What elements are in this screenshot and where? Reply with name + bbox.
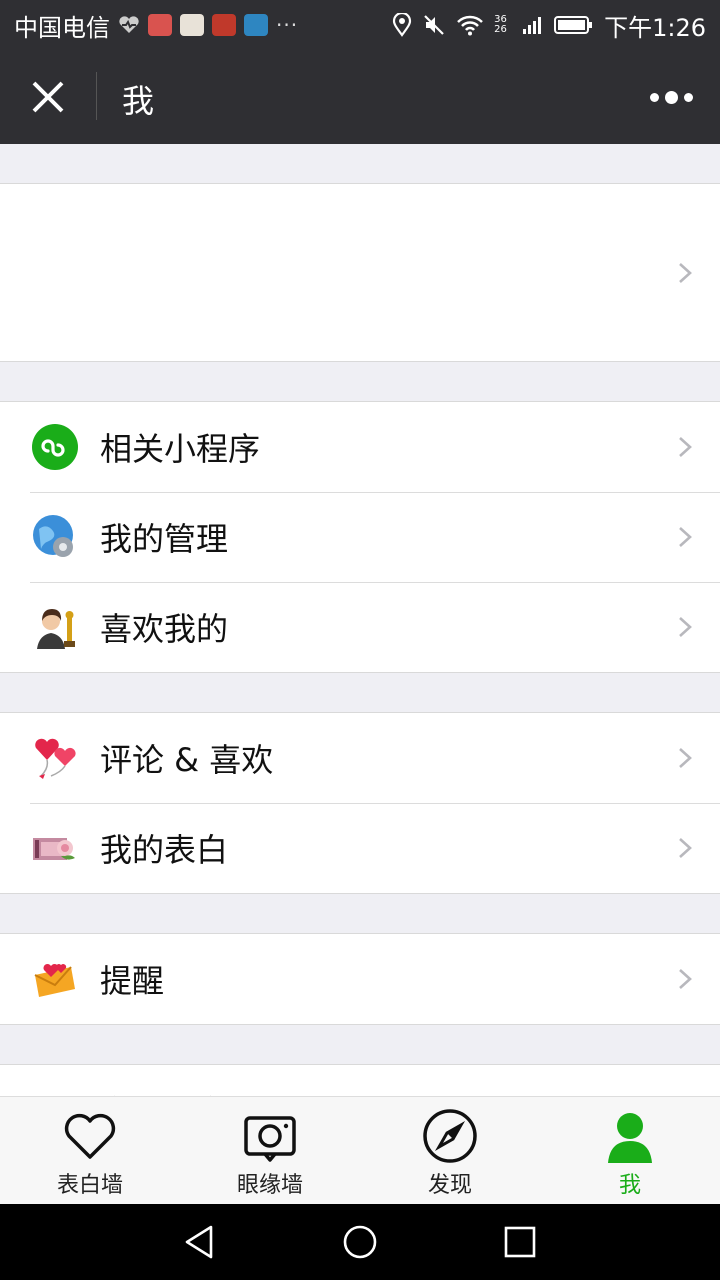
app-notification-icon [148,14,172,36]
section-gap [0,894,720,934]
compass-icon [423,1109,477,1163]
camera-icon [244,1116,296,1162]
clock-label: 下午1:26 [604,13,706,42]
menu-item-label: 评论 & 喜欢 [100,741,274,779]
close-icon[interactable] [30,79,66,115]
tab-discover[interactable]: 发现 [360,1097,540,1204]
heart-rate-icon [119,16,139,33]
location-icon [392,13,412,37]
menu-group: 评论 & 喜欢 我的表白 [0,713,720,894]
tab-label: 眼缘墙 [236,1173,303,1198]
chevron-right-icon [679,617,692,637]
menu-item-label: 发表表白 [100,1087,228,1096]
partial-icon [31,1086,79,1096]
section-gap [0,144,720,184]
more-options-button[interactable] [650,87,694,107]
menu-group: 提醒 [0,934,720,1025]
chevron-right-icon [679,969,692,989]
wifi-icon [457,15,483,36]
menu-item-post-confession[interactable]: 发表表白 [0,1065,720,1096]
menu-item-related-mini-programs[interactable]: 相关小程序 [0,402,720,492]
chevron-right-icon [679,748,692,768]
menu-item-label: 相关小程序 [100,430,261,468]
menu-item-label: 提醒 [100,962,165,1000]
page-title: 我 [122,82,155,120]
app-notification-icon [212,14,236,36]
section-gap [0,673,720,713]
person-icon [608,1113,652,1163]
menu-group: 发表表白 [0,1065,720,1096]
person-trophy-icon [37,609,75,649]
tab-me[interactable]: 我 [540,1097,720,1204]
signal-icon [523,17,542,34]
status-bar: 中国电信 ··· 36 26 下午1:26 [0,0,720,50]
carrier-label: 中国电信 [14,13,110,42]
more-notifications-indicator: ··· [276,13,299,37]
mini-program-icon [32,424,78,470]
tab-label: 我 [618,1173,641,1198]
battery-icon [554,16,593,34]
mute-icon [424,15,444,35]
menu-item-my-confessions[interactable]: 我的表白 [0,803,720,893]
menu-item-label: 我的管理 [100,520,229,558]
more-dot-icon [684,92,693,102]
title-divider [96,72,97,120]
content-area: 相关小程序 我的管理 喜欢我的 评论 & 喜欢 我的表白 提醒 [0,144,720,1096]
tab-photo-wall[interactable]: 眼缘墙 [180,1097,360,1204]
app-notification-icon [180,14,204,36]
menu-item-label: 喜欢我的 [100,610,229,648]
tab-confession-wall[interactable]: 表白墙 [0,1097,180,1204]
tab-label: 发现 [427,1173,472,1198]
menu-item-comments-likes[interactable]: 评论 & 喜欢 [0,713,720,803]
back-icon[interactable] [181,1223,219,1261]
menu-item-my-management[interactable]: 我的管理 [0,492,720,582]
network-type-label: 36 26 [494,14,507,35]
globe-gear-icon [33,515,73,557]
app-notification-icon [244,14,268,36]
profile-card[interactable] [0,184,720,362]
system-navigation-bar [0,1204,720,1280]
home-icon[interactable] [341,1223,379,1261]
title-bar: 我 [0,50,720,144]
more-dot-icon [665,90,678,104]
tab-bar: 表白墙 眼缘墙 发现 我 [0,1096,720,1204]
menu-item-reminders[interactable]: 提醒 [0,934,720,1024]
chevron-right-icon [679,262,692,283]
heart-icon [64,1113,116,1159]
menu-item-label: 我的表白 [100,831,229,869]
chevron-right-icon [679,437,692,457]
heart-balloons-icon [35,738,76,779]
recents-icon[interactable] [501,1223,539,1261]
section-gap [0,1025,720,1065]
menu-group: 相关小程序 我的管理 喜欢我的 [0,402,720,673]
love-letter-icon [34,963,75,997]
more-dot-icon [650,92,659,102]
menu-item-who-likes-me[interactable]: 喜欢我的 [0,582,720,672]
tab-label: 表白墙 [56,1173,123,1198]
chevron-right-icon [679,838,692,858]
chevron-right-icon [679,527,692,547]
rose-photo-icon [33,838,75,860]
section-gap [0,362,720,402]
